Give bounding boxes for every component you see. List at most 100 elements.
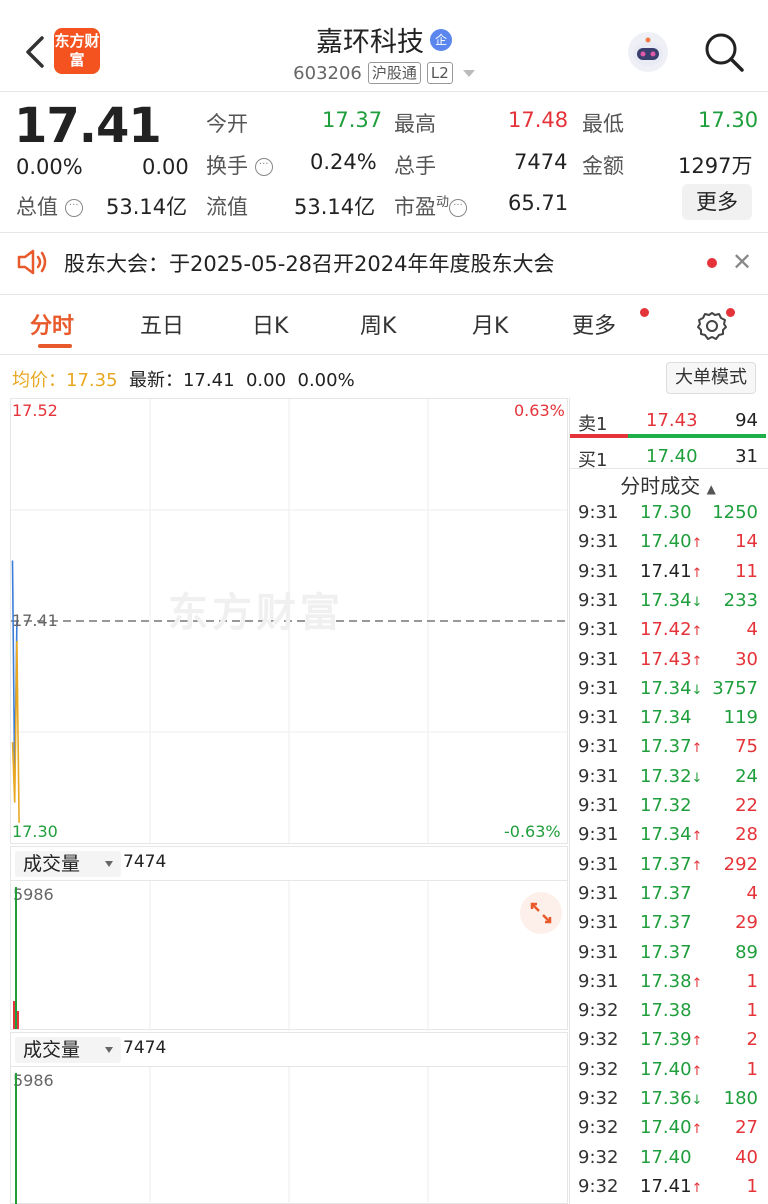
arrow-up-icon: ↑ — [691, 975, 703, 991]
caret-down-icon — [105, 1047, 113, 1053]
trade-price: 17.32↓ — [640, 765, 703, 787]
volume-bar — [13, 1001, 15, 1029]
trade-row: 9:32 17.41↑ 1 — [570, 1176, 766, 1204]
arrow-down-icon: ↓ — [691, 594, 703, 610]
latest-price: 17.41 — [182, 370, 235, 391]
expand-icon[interactable] — [520, 892, 562, 934]
trade-time: 9:31 — [578, 619, 619, 641]
trade-time: 9:31 — [578, 853, 619, 875]
tab-five-day[interactable]: 五日 — [140, 308, 184, 340]
speaker-icon — [17, 249, 47, 275]
volume-indicator-select[interactable]: 成交量 — [15, 851, 121, 877]
ai-assistant-icon[interactable] — [628, 32, 668, 72]
open-label: 今开 — [206, 112, 248, 136]
trade-time: 9:32 — [578, 1146, 619, 1168]
trade-price: 17.38 — [640, 1000, 692, 1022]
volume-panel-2[interactable]: 成交量 7474 5986 — [10, 1032, 568, 1204]
info-icon[interactable]: ··· — [449, 199, 468, 217]
trade-price: 17.37 — [640, 912, 692, 934]
search-icon[interactable] — [702, 30, 746, 74]
trade-price: 17.34 — [640, 707, 692, 729]
stock-code: 603206 — [293, 62, 362, 84]
volume-bars-2 — [15, 1067, 429, 1204]
ask-vol: 94 — [735, 410, 758, 431]
trade-volume: 2 — [746, 1029, 758, 1051]
arrow-down-icon: ↓ — [691, 1093, 703, 1108]
ask-1-row: 卖1 17.43 94 — [578, 410, 758, 435]
trade-time: 9:31 — [578, 502, 619, 523]
pe-value: 65.71 — [508, 191, 569, 215]
watermark: 东方财富 — [168, 590, 344, 636]
trade-price: 17.41↑ — [640, 1175, 703, 1197]
more-button[interactable]: 更多 — [682, 184, 752, 220]
tab-more[interactable]: 更多 — [572, 308, 616, 340]
big-order-mode-button[interactable]: 大单模式 — [666, 362, 756, 394]
tab-monthly-k[interactable]: 月K — [472, 308, 508, 340]
volume-value: 7474 — [123, 1038, 167, 1058]
level-tag: L2 — [426, 62, 453, 84]
trade-time: 9:31 — [578, 677, 619, 699]
trade-volume: 1 — [746, 970, 758, 992]
arrow-up-icon: ↑ — [691, 1063, 703, 1079]
trade-row: 9:31 17.43↑ 30 — [570, 649, 766, 678]
trade-volume: 1 — [746, 1058, 758, 1080]
trade-price: 17.32 — [640, 795, 692, 816]
unread-dot — [707, 258, 717, 268]
close-icon[interactable]: ✕ — [732, 248, 752, 276]
trades-header[interactable]: 分时成交 ▲ — [570, 470, 766, 499]
arrow-up-icon: ↑ — [691, 829, 703, 845]
trade-row: 9:31 17.34 119 — [570, 707, 766, 736]
turnover-label: 换手 ··· — [206, 150, 273, 180]
ask-price: 17.43 — [646, 410, 698, 431]
mktcap-value: 53.14亿 — [106, 195, 188, 219]
trade-time: 9:31 — [578, 912, 619, 934]
trade-row: 9:31 17.34↓ 3757 — [570, 678, 766, 707]
trade-row: 9:31 17.37↑ 292 — [570, 854, 766, 883]
trade-row: 9:31 17.37 4 — [570, 883, 766, 912]
info-icon[interactable]: ··· — [64, 199, 83, 217]
arrow-up-icon: ↑ — [691, 536, 703, 552]
volume-bar — [15, 887, 17, 1029]
trade-time: 9:31 — [578, 707, 619, 729]
settings-gear-icon[interactable] — [696, 310, 728, 342]
tab-intraday[interactable]: 分时 — [30, 308, 74, 340]
intraday-info: 均价：17.35 最新：17.41 0.00 0.00% — [12, 370, 355, 391]
trade-time: 9:31 — [578, 765, 619, 787]
change-pct: 0.00% — [16, 155, 83, 179]
tab-daily-k[interactable]: 日K — [252, 308, 288, 340]
volume-indicator-select[interactable]: 成交量 — [15, 1037, 121, 1063]
trade-volume: 40 — [735, 1146, 758, 1168]
trade-volume: 119 — [723, 707, 758, 729]
trade-time: 9:32 — [578, 1029, 619, 1051]
trade-row: 9:31 17.37↑ 75 — [570, 736, 766, 765]
low-label: 最低 — [582, 112, 624, 136]
trade-row: 9:31 17.34↓ 233 — [570, 590, 766, 619]
volume-panel-1[interactable]: 成交量 7474 5986 — [10, 846, 568, 1031]
trade-row: 9:31 17.41↑ 11 — [570, 561, 766, 590]
arrow-up-icon: ↑ — [691, 653, 703, 669]
float-label: 流值 — [206, 195, 248, 219]
notice-bar[interactable]: 股东大会：于2025-05-28召开2024年年度股东大会 — [0, 234, 768, 292]
trade-row: 9:31 17.32↓ 24 — [570, 766, 766, 795]
chevron-down-icon[interactable] — [462, 69, 475, 77]
arrow-down-icon: ↓ — [691, 682, 703, 698]
trade-price: 17.34↑ — [640, 824, 703, 846]
divider — [0, 294, 768, 295]
trade-time: 9:32 — [578, 1117, 619, 1139]
trade-price: 17.37 — [640, 941, 692, 963]
arrow-up-icon: ↑ — [691, 565, 703, 581]
tab-weekly-k[interactable]: 周K — [360, 308, 396, 340]
trade-volume: 11 — [735, 560, 758, 582]
trade-row: 9:32 17.36↓ 180 — [570, 1088, 766, 1117]
bid-vol: 31 — [735, 446, 758, 467]
mktcap-label: 总值 ··· — [16, 191, 83, 221]
float-value: 53.14亿 — [294, 195, 376, 219]
arrow-down-icon: ↓ — [691, 770, 703, 786]
trade-volume: 75 — [735, 736, 758, 758]
info-icon[interactable]: ··· — [254, 158, 273, 176]
trade-row: 9:32 17.39↑ 2 — [570, 1029, 766, 1058]
y-min-label: 17.30 — [12, 822, 58, 841]
trade-row: 9:31 17.40↑ 14 — [570, 531, 766, 560]
trade-time: 9:31 — [578, 824, 619, 846]
trade-price: 17.34↓ — [640, 677, 703, 699]
